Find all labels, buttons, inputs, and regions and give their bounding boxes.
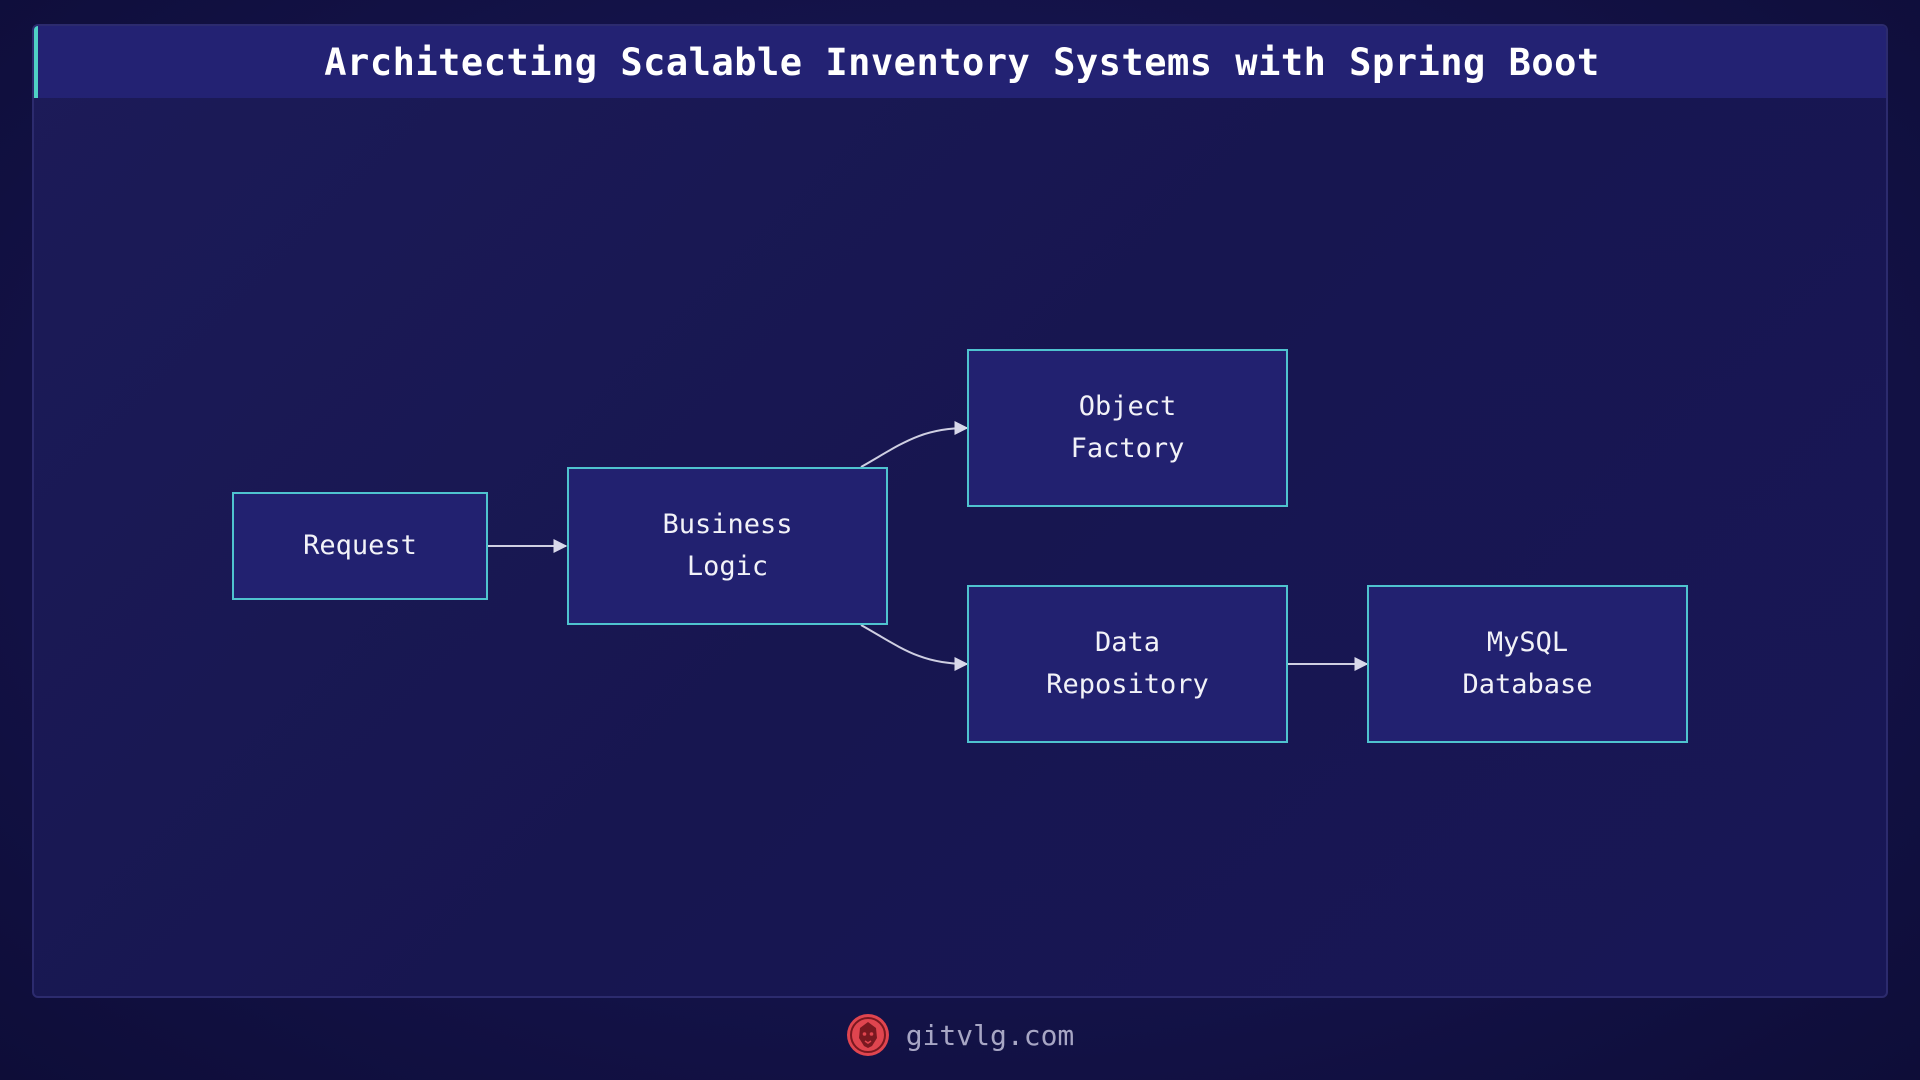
node-mysql-database: MySQL Database — [1367, 585, 1688, 743]
node-label: Business Logic — [662, 509, 793, 582]
node-data-repository: Data Repository — [967, 585, 1288, 743]
node-business-logic: Business Logic — [567, 467, 888, 625]
lion-logo-icon — [846, 1014, 889, 1056]
node-label: Object Factory — [1070, 391, 1185, 464]
node-label: Data Repository — [1046, 627, 1209, 700]
node-object-factory: Object Factory — [967, 349, 1288, 507]
node-label: Request — [303, 530, 417, 561]
edge-business-logic-to-data-repository — [860, 624, 969, 671]
node-request: Request — [232, 492, 488, 600]
footer: gitvlg.com — [0, 1010, 1920, 1060]
node-label: MySQL Database — [1462, 627, 1593, 700]
edge-business-logic-to-object-factory — [860, 421, 969, 468]
footer-site-link[interactable]: gitvlg.com — [906, 1019, 1075, 1052]
